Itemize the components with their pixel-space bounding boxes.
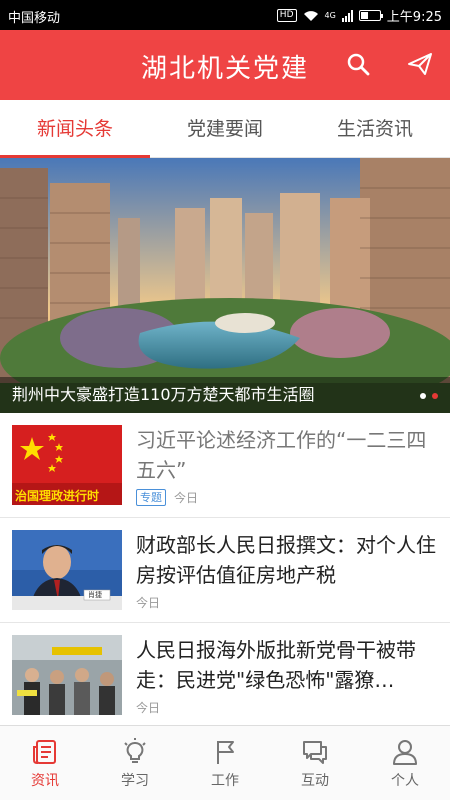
news-list: 治国理政进行时 习近平论述经济工作的“一二三四五六” 专题 今日 肖捷 财政部长… [0, 413, 450, 725]
app-title: 湖北机关党建 [140, 54, 309, 84]
status-bar: 中国移动 HD 4G 上午9:25 [0, 0, 450, 30]
hd-badge: HD [276, 9, 297, 22]
news-date: 今日 [174, 491, 199, 505]
news-title: 人民日报海外版批新党骨干被带走：民进党"绿色恐怖"露獠… [136, 638, 416, 692]
news-title: 习近平论述经济工作的“一二三四五六” [136, 428, 427, 482]
news-thumbnail: 肖捷 [12, 530, 122, 610]
battery-icon [358, 10, 383, 21]
wifi-icon [303, 10, 318, 21]
hero-caption: 荆州中大豪盛打造110万方楚天都市生活圈 [0, 377, 450, 413]
nav-label: 资讯 [31, 773, 59, 789]
hero-carousel[interactable]: 荆州中大豪盛打造110万方楚天都市生活圈 [0, 158, 450, 413]
news-meta: 今日 [136, 699, 160, 716]
nav-label: 个人 [391, 773, 419, 789]
carrier-name: 中国移动 [8, 11, 61, 26]
send-icon [408, 53, 432, 75]
tab-headlines[interactable]: 新闻头条 [0, 100, 150, 158]
nav-item-study[interactable]: 学习 [90, 726, 180, 800]
nav-label: 工作 [211, 773, 239, 789]
tab-party-news[interactable]: 党建要闻 [150, 100, 300, 157]
bulb-icon [124, 738, 146, 763]
list-item[interactable]: 肖捷 财政部长人民日报撰文：对个人住房按评估值征房地产税 今日 [0, 518, 450, 623]
nav-item-profile[interactable]: 个人 [360, 726, 450, 800]
clock: 上午9:25 [386, 10, 442, 25]
nav-item-work[interactable]: 工作 [180, 726, 270, 800]
carousel-dot-active[interactable] [432, 393, 438, 399]
nav-label: 学习 [121, 773, 149, 789]
person-icon [393, 740, 417, 765]
category-tabs: 新闻头条 党建要闻 生活资讯 [0, 100, 450, 158]
nav-item-news[interactable]: 资讯 [0, 726, 90, 800]
news-meta: 今日 [136, 594, 160, 611]
carousel-dot[interactable] [420, 393, 426, 399]
topic-tag: 专题 [136, 489, 166, 506]
carousel-indicator [420, 393, 438, 399]
thumb-caption: 治国理政进行时 [15, 489, 100, 503]
news-thumbnail [12, 635, 122, 715]
news-icon [33, 740, 56, 765]
app-header: 湖北机关党建 [0, 30, 450, 100]
hero-image [0, 158, 450, 413]
tab-life-info[interactable]: 生活资讯 [300, 100, 450, 157]
news-title: 财政部长人民日报撰文：对个人住房按评估值征房地产税 [136, 533, 436, 587]
search-button[interactable] [342, 48, 374, 80]
network-type: 4G [324, 11, 336, 20]
chat-icon [303, 741, 327, 764]
news-meta: 专题 今日 [136, 489, 198, 506]
flag-icon [217, 741, 234, 764]
search-icon [347, 53, 370, 76]
nav-label: 互动 [301, 773, 329, 789]
news-date: 今日 [136, 596, 161, 610]
thumb-caption: 肖捷 [88, 591, 102, 599]
news-date: 今日 [136, 701, 161, 715]
send-button[interactable] [404, 48, 436, 80]
news-thumbnail: 治国理政进行时 [12, 425, 122, 505]
list-item[interactable]: 人民日报海外版批新党骨干被带走：民进党"绿色恐怖"露獠… 今日 [0, 623, 450, 725]
nav-item-interact[interactable]: 互动 [270, 726, 360, 800]
signal-icon [341, 9, 353, 22]
list-item[interactable]: 治国理政进行时 习近平论述经济工作的“一二三四五六” 专题 今日 [0, 413, 450, 518]
bottom-nav: 资讯 学习 工作 互动 个人 [0, 725, 450, 800]
status-icons: HD 4G 上午9:25 [276, 6, 442, 25]
